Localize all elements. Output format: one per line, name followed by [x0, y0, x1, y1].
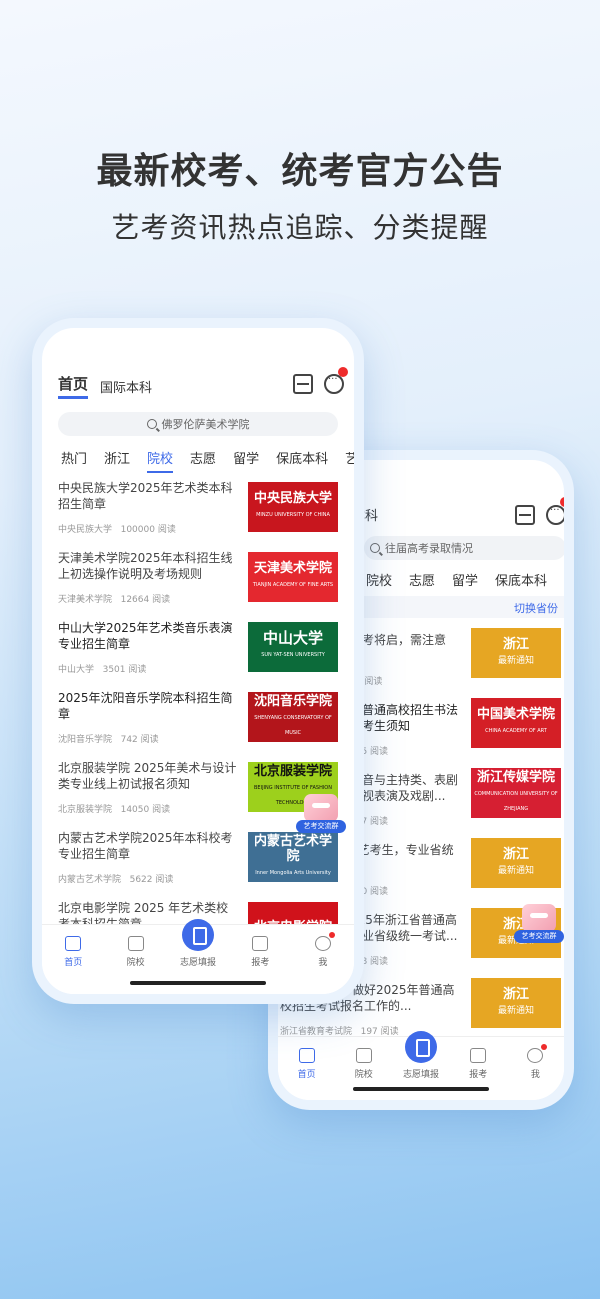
profile-icon	[314, 936, 331, 951]
category-tab[interactable]: 留学	[452, 570, 478, 589]
search-placeholder: 佛罗伦萨美术学院	[161, 418, 250, 431]
category-tab[interactable]: 浙江	[104, 448, 130, 473]
profile-icon	[527, 1048, 544, 1063]
headline: 最新校考、统考官方公告	[96, 151, 504, 192]
category-tab[interactable]: 院校	[366, 570, 392, 589]
message-icon[interactable]	[324, 374, 344, 394]
top-tab-home[interactable]: 首页	[58, 373, 89, 399]
category-tab[interactable]: 志愿	[190, 448, 216, 473]
scan-icon[interactable]	[293, 374, 313, 394]
category-tab[interactable]: 保底本科	[276, 448, 328, 473]
news-item[interactable]: 中山大学2025年艺术类音乐表演专业招生简章 中山大学 3501 阅读 中山大学…	[42, 618, 354, 688]
subline: 艺考资讯热点追踪、分类提醒	[111, 211, 489, 244]
tab-home[interactable]: 首页	[42, 925, 104, 994]
search-icon	[370, 543, 380, 553]
switch-province-link[interactable]: 切换省份	[514, 600, 558, 616]
news-thumbnail: 浙江最新通知	[471, 978, 561, 1028]
category-tab[interactable]: 保底本科	[495, 570, 547, 589]
gift-icon	[522, 904, 556, 932]
category-tab-active[interactable]: 院校	[147, 448, 174, 473]
category-tab[interactable]: 留学	[233, 448, 259, 473]
top-tab-international[interactable]: 国际本科	[100, 377, 152, 396]
message-icon[interactable]	[546, 505, 564, 525]
phone-mockup-front: 首页 国际本科 佛罗伦萨美术学院 热门 浙江 院校 志愿 留学 保底本科 艺考 …	[32, 318, 364, 1004]
news-item[interactable]: 2025年沈阳音乐学院本科招生简章 沈阳音乐学院 742 阅读 沈阳音乐学院 SH…	[42, 688, 354, 758]
home-indicator	[353, 1087, 489, 1091]
school-icon	[127, 936, 144, 951]
school-icon	[355, 1048, 372, 1063]
search-bar[interactable]: 往届高考录取情况	[364, 536, 564, 560]
tab-me[interactable]: 我	[292, 925, 354, 994]
search-icon	[146, 419, 157, 429]
form-icon	[405, 1031, 437, 1063]
home-indicator	[130, 981, 266, 985]
category-tab[interactable]: 艺考	[345, 448, 354, 473]
notification-dot	[329, 932, 336, 938]
form-icon	[182, 919, 215, 951]
news-thumbnail: 中央民族大学 MINZU UNIVERSITY OF CHINA	[248, 482, 338, 532]
category-tab[interactable]: 热门	[61, 448, 87, 473]
notification-dot	[541, 1044, 548, 1050]
apply-icon	[252, 936, 269, 951]
group-chat-badge[interactable]: 艺考交流群	[296, 794, 346, 840]
search-placeholder: 往届高考录取情况	[385, 542, 473, 555]
search-bar[interactable]: 佛罗伦萨美术学院	[58, 412, 338, 436]
notification-dot	[338, 367, 348, 377]
news-thumbnail: 浙江最新通知	[471, 838, 561, 888]
tab-home[interactable]: 首页	[278, 1037, 335, 1100]
tab-me[interactable]: 我	[507, 1037, 564, 1100]
category-tab[interactable]: 志愿	[409, 570, 435, 589]
category-tabs: 院校 志愿 留学 保底本科 艺考	[366, 570, 564, 589]
group-chat-badge[interactable]: 艺考交流群	[514, 904, 564, 950]
news-thumbnail: 沈阳音乐学院 SHENYANG CONSERVATORY OF MUSIC	[248, 692, 338, 742]
news-item[interactable]: 中央民族大学2025年艺术类本科招生简章 中央民族大学 100000 阅读 中央…	[42, 478, 354, 548]
notification-dot	[560, 497, 564, 507]
news-thumbnail: 浙江最新通知	[471, 628, 561, 678]
category-tabs: 热门 浙江 院校 志愿 留学 保底本科 艺考	[61, 448, 354, 473]
scan-icon[interactable]	[515, 505, 535, 525]
news-thumbnail: 中国美术学院 CHINA ACADEMY OF ART	[471, 698, 561, 748]
home-icon	[65, 936, 82, 951]
news-thumbnail: 浙江传媒学院 COMMUNICATION UNIVERSITY OF ZHEJIA…	[471, 768, 561, 818]
apply-icon	[470, 1048, 487, 1063]
news-thumbnail: 天津美术学院 TIANJIN ACADEMY OF FINE ARTS	[248, 552, 338, 602]
gift-icon	[304, 794, 338, 822]
news-item[interactable]: 天津美术学院2025年本科招生线上初选操作说明及考场规则 天津美术学院 1266…	[42, 548, 354, 618]
news-thumbnail: 中山大学 SUN YAT-SEN UNIVERSITY	[248, 622, 338, 672]
home-icon	[298, 1048, 315, 1063]
